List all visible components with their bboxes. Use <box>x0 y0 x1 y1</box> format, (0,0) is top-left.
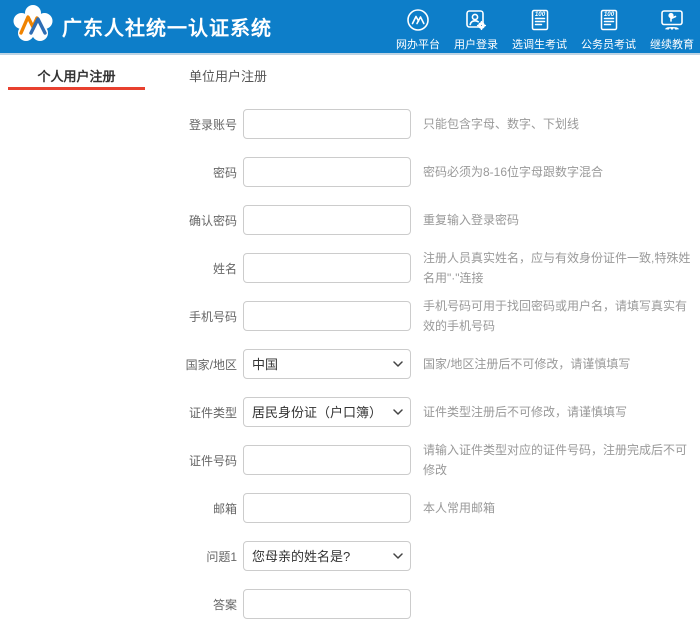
nav-item-继续教育[interactable]: 继续教育 <box>650 1 694 52</box>
exam-icon: 100 <box>597 7 621 33</box>
field-control-security-question-1: 您母亲的姓名是? <box>243 541 411 571</box>
field-label-id-number: 证件号码 <box>188 453 237 468</box>
nav-label: 用户登录 <box>454 39 498 51</box>
svg-text:100: 100 <box>603 11 614 18</box>
field-control-answer <box>243 589 411 619</box>
field-label-confirm-password: 确认密码 <box>188 213 237 228</box>
svg-text:100: 100 <box>534 11 545 18</box>
nav-label: 选调生考试 <box>512 39 567 51</box>
exam-icon: 100 <box>528 7 552 33</box>
nav-item-选调生考试[interactable]: 100 选调生考试 <box>512 1 567 52</box>
field-hint-country-region: 国家/地区注册后不可修改，请谨慎填写 <box>423 357 631 371</box>
form-row: 姓名 注册人员真实姓名，应与有效身份证件一致,特殊姓名用"·"连接 <box>0 251 700 285</box>
field-hint-id-type: 证件类型注册后不可修改，请谨慎填写 <box>423 405 628 419</box>
id-type-select[interactable]: 居民身份证（户口簿） <box>243 397 411 427</box>
country-region-select[interactable]: 中国 <box>243 349 411 379</box>
field-control-login-account <box>243 109 411 139</box>
field-hint-confirm-password: 重复输入登录密码 <box>423 213 520 227</box>
field-hint-id-number: 请输入证件类型对应的证件号码，注册完成后不可修改 <box>423 443 688 477</box>
login-account-input[interactable] <box>243 109 411 139</box>
top-nav: 网办平台 用户登录 100 选调生考试 100 公务员考试 继续教育 <box>382 1 694 52</box>
field-hint-email: 本人常用邮箱 <box>423 501 496 515</box>
nav-item-用户登录[interactable]: 用户登录 <box>454 1 498 52</box>
form-row: 答案 <box>0 589 700 619</box>
platform-icon <box>406 7 430 33</box>
gdhrss-logo-icon <box>12 3 54 50</box>
form-row: 手机号码 手机号码可用于找回密码或用户名，请填写真实有效的手机号码 <box>0 299 700 333</box>
email-input[interactable] <box>243 493 411 523</box>
field-control-password <box>243 157 411 187</box>
field-control-confirm-password <box>243 205 411 235</box>
form-row: 证件号码 请输入证件类型对应的证件号码，注册完成后不可修改 <box>0 443 700 477</box>
education-icon <box>659 7 685 33</box>
form-row: 确认密码 重复输入登录密码 <box>0 205 700 235</box>
nav-item-网办平台[interactable]: 网办平台 <box>396 1 440 52</box>
form-row: 邮箱 本人常用邮箱 <box>0 493 700 523</box>
nav-label: 继续教育 <box>650 39 694 51</box>
field-control-id-type: 居民身份证（户口簿） <box>243 397 411 427</box>
registration-form: 登录账号 只能包含字母、数字、下划线 密码 密码必须为8-16位字母跟数字混合 … <box>0 109 700 619</box>
field-control-id-number <box>243 445 411 475</box>
field-label-email: 邮箱 <box>212 501 237 516</box>
page-title: 广东人社统一认证系统 <box>62 18 272 40</box>
form-row: 登录账号 只能包含字母、数字、下划线 <box>0 109 700 139</box>
confirm-password-input[interactable] <box>243 205 411 235</box>
field-hint-real-name: 注册人员真实姓名，应与有效身份证件一致,特殊姓名用"·"连接 <box>423 251 691 285</box>
answer-input[interactable] <box>243 589 411 619</box>
form-row: 证件类型 居民身份证（户口簿） 证件类型注册后不可修改，请谨慎填写 <box>0 397 700 427</box>
field-hint-password: 密码必须为8-16位字母跟数字混合 <box>423 165 604 179</box>
field-label-password: 密码 <box>212 165 237 180</box>
field-control-real-name <box>243 253 411 283</box>
register-tabs: 个人用户注册 单位用户注册 <box>0 55 700 90</box>
field-label-mobile-number: 手机号码 <box>188 309 237 324</box>
user-login-icon <box>464 7 488 33</box>
tab-unit-register[interactable]: 单位用户注册 <box>173 55 283 90</box>
field-hint-mobile-number: 手机号码可用于找回密码或用户名，请填写真实有效的手机号码 <box>423 299 688 333</box>
field-control-country-region: 中国 <box>243 349 411 379</box>
field-label-real-name: 姓名 <box>212 261 237 276</box>
tab-personal-register[interactable]: 个人用户注册 <box>8 55 145 90</box>
brand: 广东人社统一认证系统 <box>12 3 272 50</box>
security-question-1-select[interactable]: 您母亲的姓名是? <box>243 541 411 571</box>
field-label-security-question-1: 问题1 <box>206 549 237 564</box>
form-row: 国家/地区 中国 国家/地区注册后不可修改，请谨慎填写 <box>0 349 700 379</box>
password-input[interactable] <box>243 157 411 187</box>
field-label-answer: 答案 <box>212 597 237 612</box>
nav-label: 网办平台 <box>396 39 440 51</box>
field-hint-login-account: 只能包含字母、数字、下划线 <box>423 117 580 131</box>
field-control-email <box>243 493 411 523</box>
id-number-input[interactable] <box>243 445 411 475</box>
nav-label: 公务员考试 <box>581 39 636 51</box>
mobile-number-input[interactable] <box>243 301 411 331</box>
form-row: 密码 密码必须为8-16位字母跟数字混合 <box>0 157 700 187</box>
field-label-country-region: 国家/地区 <box>185 357 237 372</box>
form-row: 问题1 您母亲的姓名是? <box>0 541 700 571</box>
app-header: 广东人社统一认证系统 网办平台 用户登录 100 选调生考试 100 公务员考试 继续教育 <box>0 0 700 55</box>
field-control-mobile-number <box>243 301 411 331</box>
field-label-login-account: 登录账号 <box>188 117 237 132</box>
nav-item-公务员考试[interactable]: 100 公务员考试 <box>581 1 636 52</box>
field-label-id-type: 证件类型 <box>188 405 237 420</box>
real-name-input[interactable] <box>243 253 411 283</box>
